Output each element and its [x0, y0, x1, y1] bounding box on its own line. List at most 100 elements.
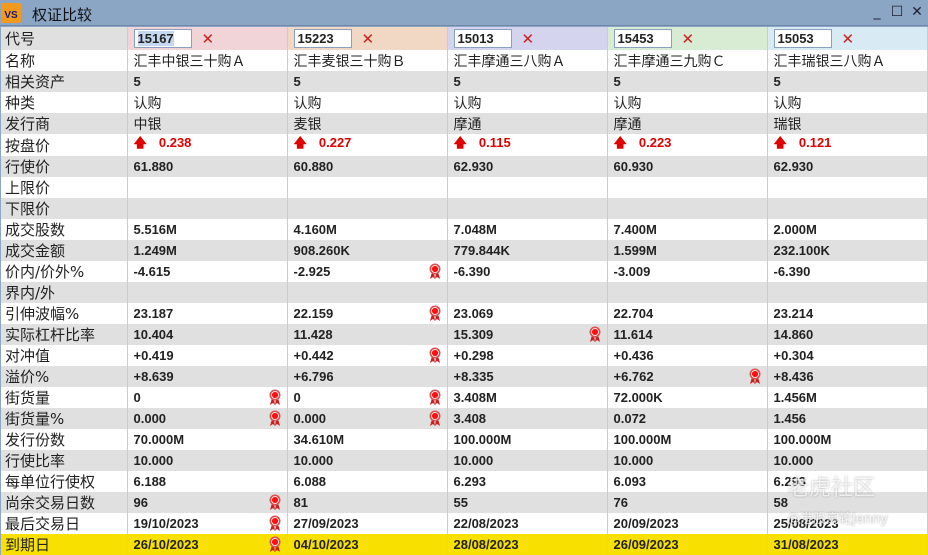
table-cell: 34.610M	[287, 429, 448, 450]
cell-value: 7.048M	[453, 222, 497, 237]
price-value: 0.121	[798, 135, 832, 150]
code-input[interactable]: 15167	[133, 29, 192, 48]
cell-value: 60.930	[613, 159, 654, 174]
row-label: 溢价%	[1, 366, 128, 387]
cell-value: 62.930	[453, 159, 494, 174]
cell-value: +0.442	[293, 348, 334, 363]
table-row: 下限价	[1, 198, 928, 219]
table-row: 发行份数 70.000M 34.610M 100.000M 100.000M 100.00…	[1, 429, 928, 450]
cell-value: 0	[133, 390, 141, 405]
table-cell: 23.187	[127, 303, 288, 324]
remove-icon[interactable]: ✕	[682, 30, 695, 48]
minimize-icon[interactable]: _	[870, 4, 884, 20]
arrow-up-icon: 🡅	[293, 135, 307, 150]
code-input[interactable]: 15053	[773, 29, 832, 48]
cell-value: 100.000M	[613, 432, 672, 447]
row-label: 实际杠杆比率	[1, 324, 128, 345]
table-row: 种类 认购 认购 认购 认购 认购	[1, 92, 928, 113]
table-cell	[447, 198, 608, 219]
cell-value: 96	[133, 495, 148, 510]
table-cell: 7.048M	[447, 219, 608, 240]
award-ribbon-icon	[269, 389, 281, 405]
cell-value: +8.335	[453, 369, 494, 384]
cell-value: 55	[453, 495, 468, 510]
table-cell	[127, 282, 288, 303]
table-cell: 1.456M	[767, 387, 928, 408]
table-cell: 6.293	[447, 471, 608, 492]
table-cell: 31/08/2023	[767, 534, 928, 555]
cell-value: +6.762	[613, 369, 654, 384]
table-cell: -4.615	[127, 261, 288, 282]
close-icon[interactable]: ✕	[910, 4, 924, 20]
table-cell: 779.844K	[447, 240, 608, 261]
table-cell: 22.704	[607, 303, 768, 324]
remove-icon[interactable]: ✕	[522, 30, 535, 48]
cell-value: 23.214	[773, 306, 814, 321]
cell-value: 11.614	[613, 327, 653, 342]
remove-icon[interactable]: ✕	[202, 30, 215, 48]
cell-value: 5	[773, 74, 781, 89]
table-cell	[607, 282, 768, 303]
table-cell: 2.000M	[767, 219, 928, 240]
table-cell: 61.880	[127, 156, 288, 177]
table-row: 界内/外	[1, 282, 928, 303]
table-row: 对冲值 +0.419 +0.442 +0.298 +0.436 +0.304	[1, 345, 928, 366]
award-ribbon-icon	[429, 347, 441, 363]
cell-value: +6.796	[293, 369, 334, 384]
cell-value: 5	[453, 74, 461, 89]
table-cell: 3.408M	[447, 387, 608, 408]
table-cell: +0.298	[447, 345, 608, 366]
cell-value: 瑞银	[773, 116, 802, 133]
cell-value: 6.188	[133, 474, 167, 489]
cell-value: 6.293	[453, 474, 487, 489]
table-cell: 62.930	[767, 156, 928, 177]
table-cell: 22.159	[287, 303, 448, 324]
table-cell: 62.930	[447, 156, 608, 177]
cell-value: 认购	[773, 95, 802, 112]
table-cell: 汇丰中银三十购Ａ	[127, 50, 288, 71]
table-cell: 0	[287, 387, 448, 408]
cell-value: -3.009	[613, 264, 651, 279]
table-row: 成交股数 5.516M 4.160M 7.048M 7.400M 2.000M	[1, 219, 928, 240]
code-input[interactable]: 15013	[453, 29, 512, 48]
table-cell: 4.160M	[287, 219, 448, 240]
table-cell: 0.072	[607, 408, 768, 429]
cell-value: 6.093	[613, 474, 647, 489]
table-cell: 04/10/2023	[287, 534, 448, 555]
remove-icon[interactable]: ✕	[842, 30, 855, 48]
row-label: 行使比率	[1, 450, 128, 471]
cell-value: +0.298	[453, 348, 494, 363]
cell-value: 10.000	[453, 453, 494, 468]
cell-value: 10.000	[613, 453, 654, 468]
code-input[interactable]: 15223	[293, 29, 352, 48]
code-input[interactable]: 15453	[613, 29, 672, 48]
arrow-up-icon: 🡅	[613, 135, 627, 150]
cell-value: 摩通	[613, 116, 642, 133]
arrow-up-icon: 🡅	[773, 135, 787, 150]
maximize-icon[interactable]: ☐	[890, 4, 904, 20]
cell-value: 10.404	[133, 327, 174, 342]
cell-value: 1.456M	[773, 390, 817, 405]
cell-value: 60.880	[293, 159, 334, 174]
row-label: 成交股数	[1, 219, 128, 240]
table-cell: 认购	[127, 92, 288, 113]
row-label: 最后交易日	[1, 513, 128, 534]
row-label: 发行份数	[1, 429, 128, 450]
table-cell: +6.796	[287, 366, 448, 387]
cell-value: 3.408M	[453, 390, 497, 405]
cell-value: 58	[773, 495, 788, 510]
cell-value: 7.400M	[613, 222, 657, 237]
cell-value: -4.615	[133, 264, 171, 279]
cell-value: 1.599M	[613, 243, 657, 258]
cell-value: 认购	[293, 95, 322, 112]
row-label: 价内/价外%	[1, 261, 128, 282]
row-code: 代号 15167 ✕ 15223 ✕ 15013 ✕ 15453 ✕ 15053 ✕	[1, 27, 928, 50]
table-cell: 14.860	[767, 324, 928, 345]
table-cell: 摩通	[447, 113, 608, 134]
cell-value: -2.925	[293, 264, 331, 279]
table-cell: 5	[447, 71, 608, 92]
cell-value: 6.088	[293, 474, 327, 489]
code-cell: 15013 ✕	[447, 27, 608, 50]
table-cell: -6.390	[767, 261, 928, 282]
remove-icon[interactable]: ✕	[362, 30, 375, 48]
